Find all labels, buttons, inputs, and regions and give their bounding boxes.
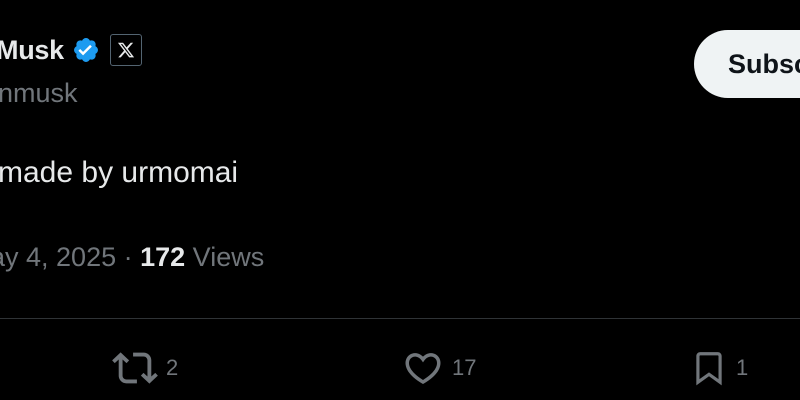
verified-badge-icon[interactable] [72,36,100,64]
repost-icon [112,352,158,384]
views-count: 172 [140,242,186,272]
bookmark-button[interactable]: 1 [690,344,748,392]
divider [0,318,800,319]
views-label: Views [185,242,265,272]
tweet-date[interactable]: ay 4, 2025 [0,242,116,272]
subscribe-button[interactable]: Subscribe [694,30,800,98]
repost-button[interactable]: 2 [112,344,178,392]
author-header: Musk [0,30,142,70]
like-count: 17 [452,355,477,380]
author-display-name[interactable]: Musk [0,35,64,66]
x-logo-icon[interactable] [109,34,142,66]
like-button[interactable]: 17 [402,344,476,392]
repost-count: 2 [166,355,179,380]
bookmark-count: 1 [736,355,749,380]
meta-separator: · [116,242,141,272]
bookmark-icon [696,352,722,386]
author-handle[interactable]: nmusk [0,78,78,109]
tweet-text: made by urmomai [0,156,239,189]
tweet-metadata: ay 4, 2025 · 172 Views [0,242,264,273]
heart-icon [405,353,441,385]
